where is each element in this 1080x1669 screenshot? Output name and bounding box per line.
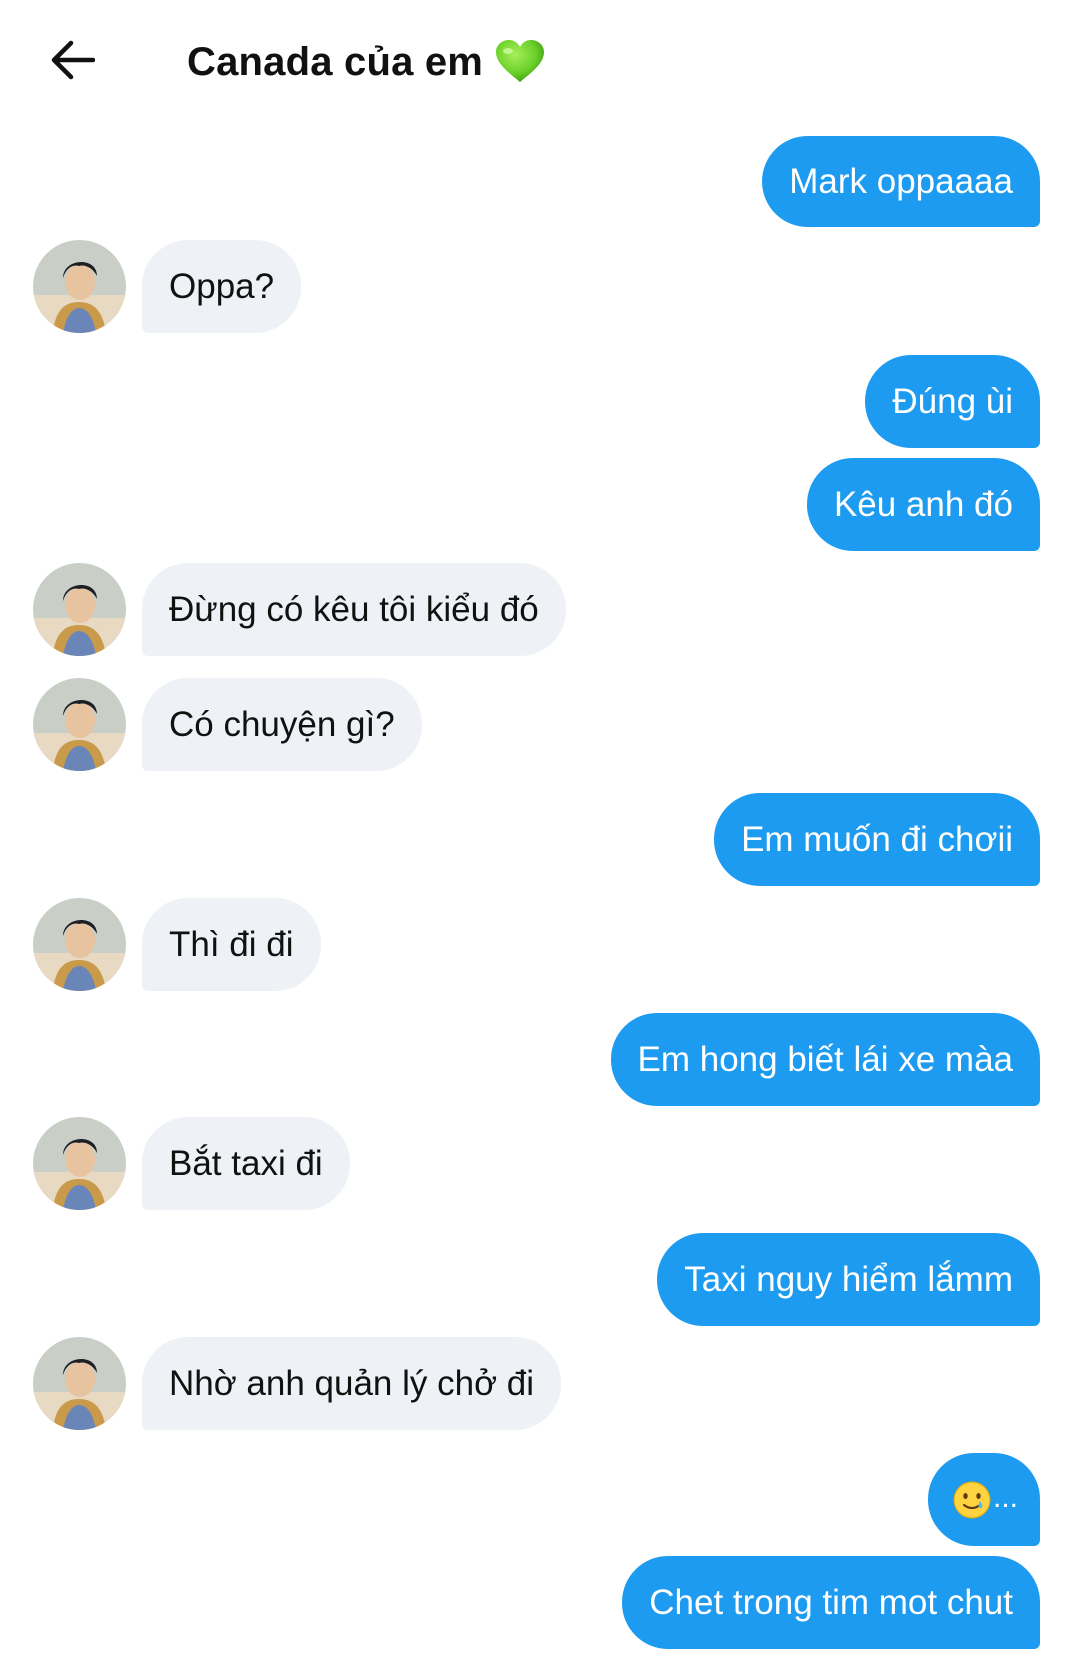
message-text: Thì đi đi [169,924,294,964]
message-text: Mark oppaaaa [789,161,1013,201]
back-button[interactable] [42,34,102,90]
message-text: Đúng ùi [892,381,1013,421]
green-heart-icon [495,40,545,84]
outgoing-message[interactable]: ... [927,1453,1040,1546]
message-text: Oppa? [169,266,275,306]
outgoing-message[interactable]: Mark oppaaaa [762,136,1040,227]
arrow-left-icon [49,40,96,85]
message-text: Đừng có kêu tôi kiểu đó [169,589,539,629]
outgoing-message[interactable]: Kêu anh đó [806,458,1040,551]
message-text: Em muốn đi chơii [741,819,1013,859]
message-text: Em hong biết lái xe màa [637,1039,1013,1079]
outgoing-message[interactable]: Chet trong tim mot chut [622,1556,1040,1649]
message-text: Bắt taxi đi [169,1143,323,1183]
chat-title-text: Canada của em [187,39,484,84]
message-text: Chet trong tim mot chut [649,1582,1013,1622]
outgoing-message[interactable]: Taxi nguy hiểm lắmm [657,1233,1040,1326]
outgoing-message[interactable]: Đúng ùi [865,355,1040,448]
chat-header: Canada của em [0,0,1080,125]
outgoing-message[interactable]: Em muốn đi chơii [714,793,1040,886]
smiling-face-with-tear-icon [952,1480,992,1520]
avatar[interactable] [33,240,126,333]
message-text: Nhờ anh quản lý chở đi [169,1363,535,1403]
incoming-message[interactable]: Có chuyện gì? [142,678,422,771]
message-text: Có chuyện gì? [169,704,395,744]
incoming-message[interactable]: Nhờ anh quản lý chở đi [142,1337,562,1430]
avatar[interactable] [33,1337,126,1430]
incoming-message[interactable]: Oppa? [142,240,302,333]
outgoing-message[interactable]: Em hong biết lái xe màa [610,1013,1040,1106]
avatar[interactable] [33,1117,126,1210]
avatar[interactable] [33,678,126,771]
message-text: Taxi nguy hiểm lắmm [684,1259,1013,1299]
incoming-message[interactable]: Đừng có kêu tôi kiểu đó [142,563,566,656]
avatar[interactable] [33,898,126,991]
incoming-message[interactable]: Thì đi đi [142,898,321,991]
avatar[interactable] [33,563,126,656]
incoming-message[interactable]: Bắt taxi đi [142,1117,350,1210]
chat-title[interactable]: Canada của em [187,30,545,94]
message-text: ... [992,1480,1018,1514]
message-text: Kêu anh đó [833,484,1013,524]
